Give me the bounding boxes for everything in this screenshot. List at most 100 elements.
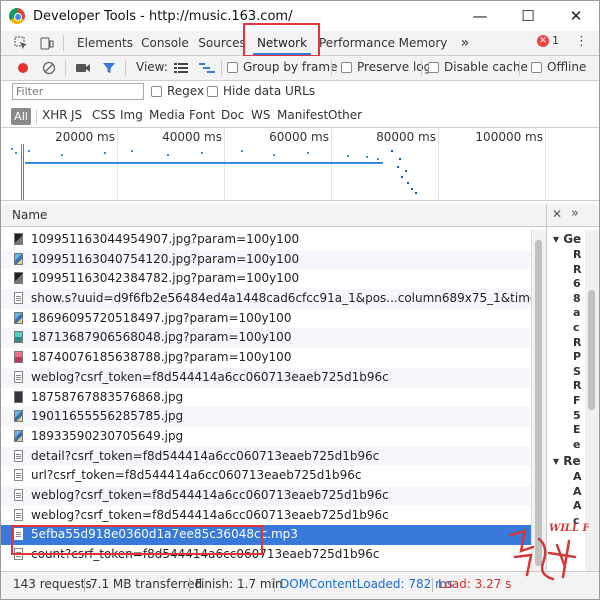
response-headers-section-header[interactable]: ▾ Re <box>553 454 581 468</box>
large-rows-icon[interactable] <box>173 60 189 76</box>
finish-time: Finish: 1.7 min <box>195 577 283 591</box>
detail-line: R <box>573 262 582 276</box>
hide-data-urls-label: Hide data URLs <box>223 84 316 98</box>
type-filter-doc[interactable]: Doc <box>221 108 244 122</box>
tick-label: 80000 ms <box>376 130 436 144</box>
general-section-header[interactable]: ▾ Ge <box>553 232 581 246</box>
type-filter-media[interactable]: Media <box>149 108 185 122</box>
tab-console[interactable]: Console <box>139 31 191 55</box>
column-header-name[interactable]: Name <box>12 208 47 222</box>
table-row[interactable]: weblog?csrf_token=f8d544414a6cc060713eae… <box>1 506 531 526</box>
hide-data-urls-checkbox[interactable] <box>207 86 218 97</box>
timeline-dot <box>401 176 403 178</box>
preserve-log-checkbox[interactable] <box>341 62 352 73</box>
table-row[interactable]: count?csrf_token=f8d544414a6cc060713eaeb… <box>1 545 531 565</box>
window-title: Developer Tools - http://music.163.com/ <box>33 8 293 24</box>
table-row[interactable]: 18696095720518497.jpg?param=100y100 <box>1 309 531 329</box>
close-icon[interactable]: ✕ <box>552 207 562 221</box>
tab-separator <box>63 35 64 51</box>
detail-line: S <box>573 364 581 378</box>
details-scrollbar[interactable] <box>585 230 599 572</box>
detail-line: A <box>573 470 582 483</box>
device-toolbar-icon[interactable] <box>39 35 55 51</box>
table-row[interactable]: 18740076185638788.jpg?param=100y100 <box>1 348 531 368</box>
table-row[interactable]: 5efba55d918e0360d1a7ee85c36048cc.mp3 <box>1 525 531 545</box>
timeline-dot <box>399 158 401 160</box>
more-menu-icon[interactable]: ⋮ <box>575 34 588 49</box>
request-name: 109951163042384782.jpg?param=100y100 <box>31 271 300 286</box>
tabs-overflow-icon[interactable]: » <box>455 31 475 55</box>
table-row[interactable]: 19011655556285785.jpg <box>1 407 531 427</box>
request-name: show.s?uuid=d9f6fb2e56484ed4a1448cad6cfc… <box>31 291 546 306</box>
maximize-button[interactable]: ☐ <box>505 1 551 31</box>
table-row[interactable]: 18933590230705649.jpg <box>1 427 531 447</box>
detail-line: P <box>573 350 582 364</box>
tab-performance[interactable]: Performance <box>319 31 395 55</box>
details-scrollbar-thumb[interactable] <box>588 290 595 410</box>
filter-input[interactable] <box>12 83 144 100</box>
table-row[interactable]: 109951163042384782.jpg?param=100y100 <box>1 269 531 289</box>
type-filter-other[interactable]: Other <box>328 108 362 122</box>
img-icon <box>14 390 23 403</box>
toolbar-separator <box>519 60 520 76</box>
inspect-element-icon[interactable] <box>13 35 29 51</box>
tick-label: 60000 ms <box>269 130 329 144</box>
dom-content-loaded-marker <box>21 144 22 200</box>
timeline-dot <box>407 182 409 184</box>
offline-checkbox[interactable] <box>531 62 542 73</box>
type-filter-manifest[interactable]: Manifest <box>277 108 328 122</box>
table-row[interactable]: url?csrf_token=f8d544414a6cc060713eaeb72… <box>1 466 531 486</box>
tab-memory[interactable]: Memory <box>397 31 449 55</box>
timeline-dot <box>273 154 275 156</box>
toolbar-separator <box>125 60 126 76</box>
tab-sources[interactable]: Sources <box>197 31 247 55</box>
table-row[interactable]: show.s?uuid=d9f6fb2e56484ed4a1448cad6cfc… <box>1 289 546 309</box>
waterfall-overview-icon[interactable] <box>199 60 215 76</box>
img-icon <box>14 233 23 245</box>
detail-line: A <box>573 484 582 498</box>
error-count[interactable]: 1 <box>552 34 559 47</box>
type-filter-font[interactable]: Font <box>189 108 215 122</box>
detail-line: R <box>573 248 582 261</box>
type-filter-img[interactable]: Img <box>120 108 143 122</box>
record-icon[interactable] <box>15 60 31 76</box>
type-filter-css[interactable]: CSS <box>92 108 116 122</box>
table-row[interactable]: detail?csrf_token=f8d544414a6cc060713eae… <box>1 446 531 467</box>
toolbar-separator <box>421 60 422 76</box>
minimize-button[interactable]: — <box>457 1 503 31</box>
table-row[interactable]: 18713687906568048.jpg?param=100y100 <box>1 328 531 349</box>
capture-screenshots-icon[interactable] <box>75 60 91 76</box>
type-filter-js[interactable]: JS <box>71 108 82 122</box>
doc-icon <box>14 488 23 501</box>
status-separator <box>432 578 433 592</box>
type-filter-ws[interactable]: WS <box>251 108 270 122</box>
detail-line: E <box>573 423 581 437</box>
requests-table-header: Name <box>1 204 546 227</box>
close-button[interactable]: ✕ <box>553 1 599 31</box>
requests-scrollbar[interactable] <box>531 230 546 572</box>
type-filter-xhr[interactable]: XHR <box>42 108 68 122</box>
timeline-dot <box>131 150 133 152</box>
table-row[interactable]: 109951163040754120.jpg?param=100y100 <box>1 249 531 270</box>
tab-elements[interactable]: Elements <box>77 31 133 55</box>
clear-icon[interactable] <box>41 60 57 76</box>
table-row[interactable]: 18758767883576868.jpg <box>1 388 531 408</box>
tab-network[interactable]: Network <box>253 31 311 55</box>
table-row[interactable]: weblog?csrf_token=f8d544414a6cc060713eae… <box>1 367 531 388</box>
table-row[interactable]: weblog?csrf_token=f8d544414a6cc060713eae… <box>1 485 531 506</box>
type-filter-all[interactable]: All <box>11 108 31 125</box>
requests-scrollbar-thumb[interactable] <box>535 240 542 566</box>
table-row[interactable]: 109951163044954907.jpg?param=100y100 <box>1 230 531 250</box>
timeline-dot <box>104 152 106 154</box>
details-tabs-overflow-icon[interactable]: » <box>571 206 579 221</box>
error-icon[interactable]: ✕ <box>537 35 549 47</box>
disable-cache-checkbox[interactable] <box>428 62 439 73</box>
panel-tab-bar: Elements Console Sources Network Perform… <box>1 31 599 56</box>
detail-line: 8 <box>573 291 581 305</box>
network-overview-timeline[interactable]: 20000 ms 40000 ms 60000 ms 80000 ms 1000… <box>1 128 599 201</box>
filter-icon[interactable] <box>101 60 117 76</box>
group-by-frame-checkbox[interactable] <box>227 62 238 73</box>
doc-icon <box>14 469 23 482</box>
regex-checkbox[interactable] <box>151 86 162 97</box>
request-name: 18933590230705649.jpg <box>31 428 184 443</box>
